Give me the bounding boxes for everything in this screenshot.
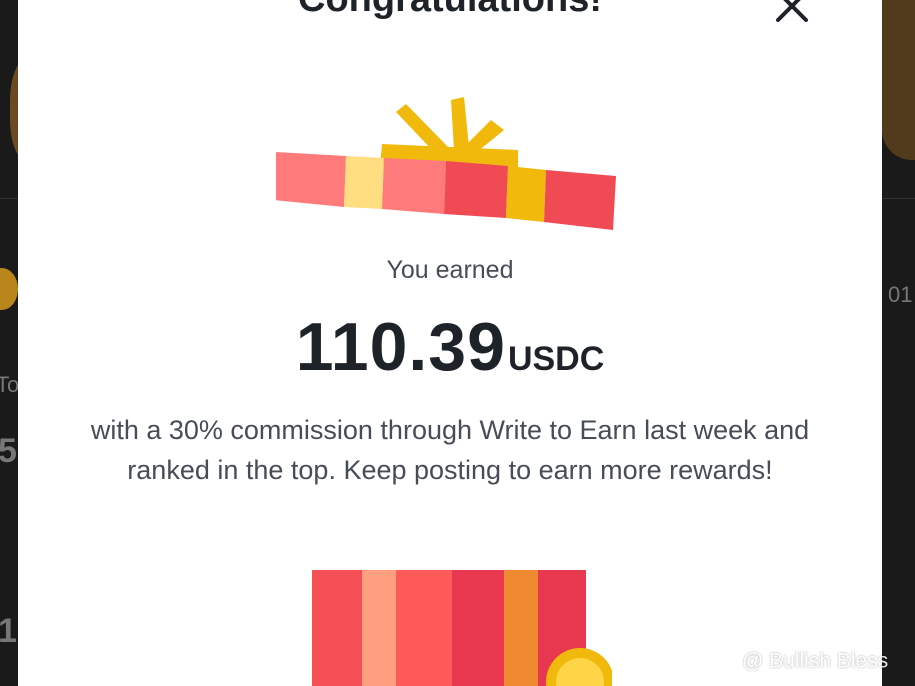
close-button[interactable] [770, 0, 814, 28]
background-left-panel: To 5 1 [0, 0, 18, 686]
binance-logo-icon [712, 646, 738, 678]
background-decoration [10, 60, 18, 160]
background-text: 01 [888, 282, 913, 307]
background-coin-icon [0, 268, 18, 310]
background-decoration [882, 0, 915, 160]
background-divider [0, 198, 18, 199]
gift-box-icon [312, 570, 614, 686]
background-divider [882, 198, 915, 199]
earned-label: You earned [386, 256, 514, 284]
watermark: @ Bullish Bless [712, 646, 888, 678]
reward-currency: USDC [507, 340, 605, 378]
reward-description: with a 30% commission through Write to E… [90, 415, 810, 485]
reward-amount: 110.39 [295, 309, 506, 385]
modal-title: Congratulations! [18, 0, 882, 21]
background-right-panel: 01 [882, 0, 915, 686]
watermark-text: @ Bullish Bless [742, 649, 889, 673]
gift-ribbon-icon [274, 92, 621, 242]
close-icon [776, 0, 808, 22]
reward-modal: Congratulations! You earned 110.39USDC w… [18, 0, 882, 686]
reward-amount-row: 110.39USDC [18, 308, 882, 386]
background-text: 1 [0, 612, 17, 650]
background-text: To [0, 372, 18, 397]
background-text: 5 [0, 432, 17, 470]
